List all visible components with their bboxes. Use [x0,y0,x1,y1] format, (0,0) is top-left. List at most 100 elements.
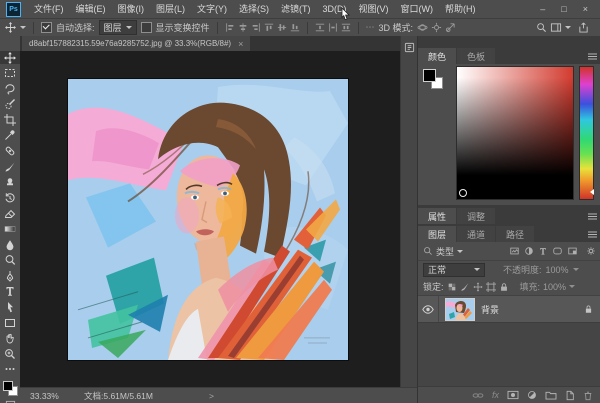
lock-all-icon[interactable] [499,282,509,292]
move-tool[interactable] [0,51,20,64]
menu-view[interactable]: 视图(V) [353,1,395,18]
close-button[interactable]: × [583,4,588,14]
pen-tool[interactable] [0,269,20,282]
new-group-icon[interactable] [545,390,557,400]
rectangle-tool[interactable] [0,316,20,329]
align-center-icon[interactable] [238,22,248,33]
layer-name[interactable]: 背景 [481,303,584,316]
auto-select-dropdown[interactable]: 图层 [99,20,137,35]
spot-healing-brush-tool[interactable] [0,145,20,158]
menu-layer[interactable]: 图层(L) [150,1,191,18]
fill-value[interactable]: 100% [543,282,566,292]
show-transform-checkbox[interactable] [141,22,152,33]
chevron-down-icon[interactable] [565,26,571,29]
gradient-tool[interactable] [0,223,20,236]
document-size-info[interactable]: 文档:5.61M/5.61M [84,390,153,402]
delete-layer-icon[interactable] [583,390,593,401]
menu-help[interactable]: 帮助(H) [439,1,482,18]
history-brush-tool[interactable] [0,191,20,204]
panel-menu-icon[interactable] [588,231,597,238]
distribute-middle-icon[interactable] [328,22,338,33]
eraser-tool[interactable] [0,207,20,220]
align-right-icon[interactable] [251,22,261,33]
tab-swatches[interactable]: 色板 [457,48,495,64]
new-adjustment-layer-icon[interactable] [527,390,537,400]
dolly-3d-icon[interactable] [445,22,456,33]
tab-color[interactable]: 颜色 [418,48,456,64]
foreground-background-swatches[interactable] [3,381,18,396]
dodge-tool[interactable] [0,254,20,267]
search-icon[interactable] [536,22,547,33]
more-options-icon[interactable]: ⋯ [366,22,375,33]
add-layer-mask-icon[interactable] [507,390,519,400]
distribute-top-icon[interactable] [315,22,325,33]
zoom-tool[interactable] [0,347,20,360]
panel-color-swatches[interactable] [423,69,443,89]
hand-tool[interactable] [0,332,20,345]
brush-tool[interactable] [0,160,20,173]
menu-select[interactable]: 选择(S) [233,1,275,18]
filter-smart-objects-icon[interactable] [567,246,578,256]
close-document-icon[interactable]: × [238,39,243,49]
foreground-color-swatch[interactable] [3,381,13,391]
workspace-switcher-icon[interactable] [550,22,562,33]
clone-stamp-tool[interactable] [0,176,20,189]
blend-mode-dropdown[interactable]: 正常 [423,263,485,277]
menu-image[interactable]: 图像(I) [112,1,151,18]
quick-mask-icon[interactable] [0,399,20,403]
document-tab[interactable]: d8abf157882315.59e76a9285752.jpg @ 33.3%… [22,36,250,51]
history-panel-icon[interactable] [401,40,418,54]
lock-pixels-icon[interactable] [460,282,470,292]
tool-preset-chevron-icon[interactable] [20,26,26,29]
orbit-3d-icon[interactable] [417,22,428,33]
panel-menu-icon[interactable] [588,53,597,60]
filter-type-layers-icon[interactable] [538,246,548,256]
align-left-icon[interactable] [225,22,235,33]
filter-pixel-layers-icon[interactable] [509,246,520,256]
eyedropper-tool[interactable] [0,129,20,142]
chevron-down-icon[interactable] [573,268,579,271]
pan-3d-icon[interactable] [431,22,442,33]
align-bottom-icon[interactable] [290,22,300,33]
layer-visibility-toggle[interactable] [418,296,439,322]
align-middle-icon[interactable] [277,22,287,33]
document-image[interactable] [68,79,348,360]
tab-layers[interactable]: 图层 [418,226,456,242]
saturation-brightness-field[interactable] [456,66,574,200]
filter-adjustment-layers-icon[interactable] [524,246,534,256]
menu-edit[interactable]: 编辑(E) [70,1,112,18]
new-layer-icon[interactable] [565,390,575,401]
panel-menu-icon[interactable] [588,213,597,220]
menu-type[interactable]: 文字(Y) [191,1,233,18]
tab-channels[interactable]: 通道 [457,226,495,242]
layer-thumbnail[interactable] [445,298,475,321]
maximize-button[interactable]: □ [561,4,566,14]
status-options-chevron[interactable]: > [209,391,214,401]
edit-toolbar-icon[interactable] [0,363,20,376]
distribute-bottom-icon[interactable] [341,22,351,33]
chevron-down-icon[interactable] [457,250,463,253]
minimize-button[interactable]: – [540,4,545,14]
align-top-icon[interactable] [264,22,274,33]
zoom-level-field[interactable]: 33.33% [30,391,76,401]
menu-file[interactable]: 文件(F) [28,1,70,18]
rectangular-marquee-tool[interactable] [0,67,20,80]
lasso-tool[interactable] [0,82,20,95]
auto-select-checkbox[interactable] [41,22,52,33]
color-field-cursor[interactable] [459,189,467,197]
tab-properties[interactable]: 属性 [418,208,456,224]
hue-slider[interactable] [579,66,594,200]
foreground-color-swatch[interactable] [423,69,436,82]
lock-transparency-icon[interactable] [447,282,457,292]
hue-slider-cursor[interactable] [590,189,594,195]
lock-artboard-icon[interactable] [486,282,496,292]
chevron-down-icon[interactable] [569,285,575,288]
layer-styles-icon[interactable]: fx [492,390,499,400]
tab-paths[interactable]: 路径 [496,226,534,242]
quick-selection-tool[interactable] [0,98,20,111]
path-selection-tool[interactable] [0,301,20,314]
menu-window[interactable]: 窗口(W) [395,1,440,18]
link-layers-icon[interactable] [472,391,484,400]
lock-position-icon[interactable] [473,282,483,292]
opacity-value[interactable]: 100% [546,265,569,275]
